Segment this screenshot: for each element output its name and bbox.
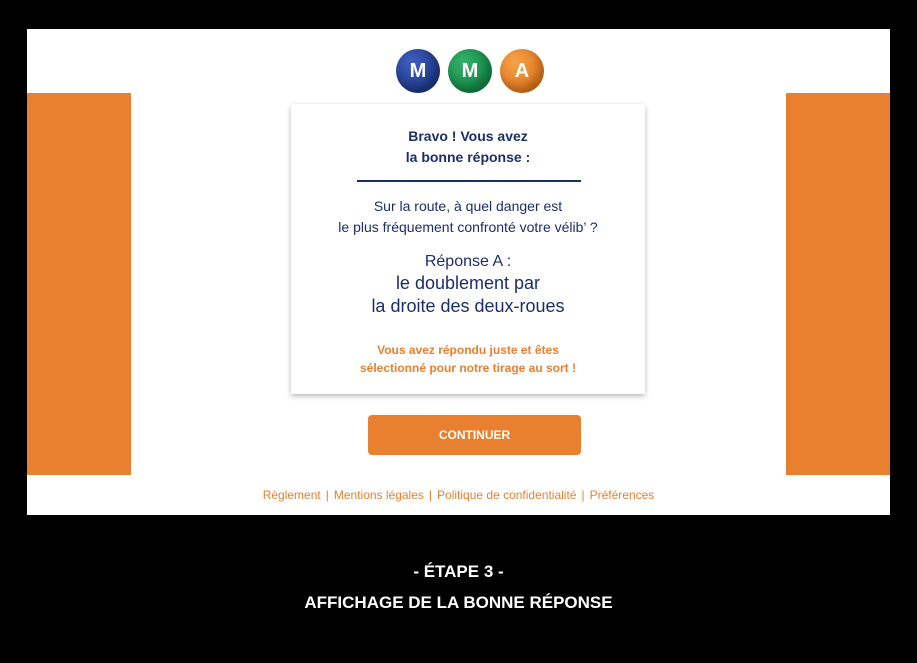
selection-line-2: sélectionné pour notre tirage au sort ! [359, 361, 577, 375]
heading-divider [357, 180, 581, 182]
logo-a-orange: A [500, 49, 544, 93]
footer-separator: | [428, 488, 433, 502]
step-caption: - ÉTAPE 3 - [413, 562, 504, 581]
app-screen: M M A Bravo ! Vous avez la bonne réponse… [27, 29, 890, 515]
selection-message: Vous avez répondu juste et êtes sélectio… [291, 341, 645, 377]
footer-link-mentions-legales[interactable]: Mentions légales [334, 488, 424, 502]
footer-link-reglement[interactable]: Règlement [263, 488, 321, 502]
bravo-heading: Bravo ! Vous avez la bonne réponse : [291, 126, 645, 168]
logo-m-blue: M [396, 49, 440, 93]
mma-logo: M M A [396, 49, 544, 93]
continue-button[interactable]: CONTINUER [368, 415, 581, 455]
footer-links: Règlement | Mentions légales | Politique… [27, 475, 890, 515]
footer-separator: | [581, 488, 585, 502]
footer-link-confidentialite[interactable]: Politique de confidentialité [437, 488, 576, 502]
selection-line-1: Vous avez répondu juste et êtes [377, 343, 559, 357]
answer-label: Réponse A : [424, 253, 512, 270]
question-line-1: Sur la route, à quel danger est [373, 198, 563, 214]
bravo-line-1: Bravo ! Vous avez [408, 128, 528, 144]
question-text: Sur la route, à quel danger est le plus … [291, 196, 645, 238]
answer-text: le doublement par la droite des deux-rou… [291, 272, 645, 318]
answer-line-1: le doublement par [395, 273, 541, 293]
answer-line-2: la droite des deux-roues [371, 296, 565, 316]
left-orange-band [27, 93, 131, 475]
footer-separator: | [325, 488, 329, 502]
footer-link-preferences[interactable]: Préférences [590, 488, 655, 502]
question-line-2: le plus fréquement confronté votre vélib… [338, 219, 598, 235]
logo-m-green: M [448, 49, 492, 93]
bravo-line-2: la bonne réponse : [405, 149, 531, 165]
answer-card: Bravo ! Vous avez la bonne réponse : Sur… [291, 104, 645, 394]
right-orange-band [786, 93, 890, 475]
step-title: AFFICHAGE DE LA BONNE RÉPONSE [304, 593, 613, 612]
